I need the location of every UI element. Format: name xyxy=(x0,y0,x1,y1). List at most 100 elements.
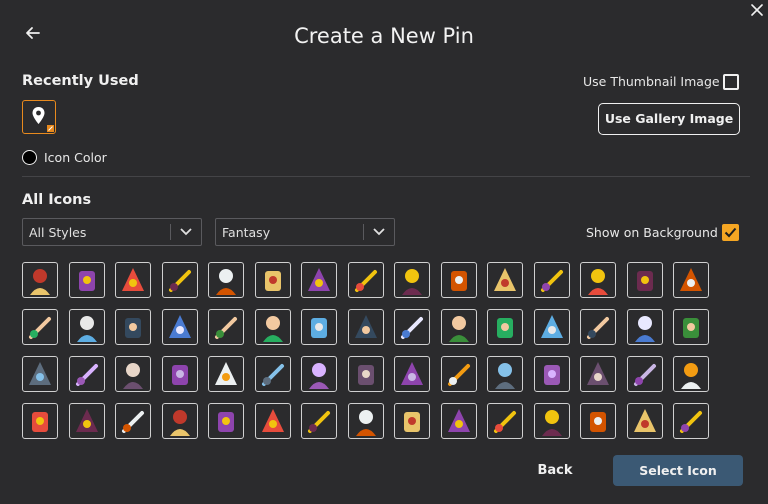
hydra-icon xyxy=(404,412,420,432)
icon-tile[interactable] xyxy=(626,403,663,439)
treasure-chest-icon xyxy=(261,364,284,386)
dialog-title: Create a New Pin xyxy=(294,24,474,48)
select-icon-button[interactable]: Select Icon xyxy=(613,455,743,486)
icon-tile[interactable] xyxy=(626,356,663,392)
icon-tile[interactable] xyxy=(626,309,663,345)
treasure-map-icon xyxy=(76,316,97,342)
icon-tile[interactable] xyxy=(208,403,244,439)
icon-tile[interactable] xyxy=(208,309,244,345)
crystal-icon xyxy=(122,268,144,291)
style-filter-select[interactable]: All Styles xyxy=(22,218,202,246)
icon-tile[interactable] xyxy=(673,262,709,298)
spellbook-icon xyxy=(450,271,467,291)
icon-tile[interactable] xyxy=(394,262,430,298)
medusa-icon xyxy=(354,270,377,292)
icon-tile[interactable] xyxy=(68,403,105,439)
back-button-footer[interactable]: Back xyxy=(525,460,585,482)
crossbow-icon xyxy=(447,409,470,432)
icon-tile[interactable] xyxy=(580,309,616,345)
battle-axe-icon xyxy=(541,410,562,436)
icon-tile[interactable] xyxy=(22,309,58,345)
dagger-icon xyxy=(75,409,98,432)
use-thumbnail-checkbox[interactable] xyxy=(723,74,739,90)
icon-tile[interactable] xyxy=(673,403,709,439)
icon-tile[interactable] xyxy=(440,356,477,392)
icon-tile[interactable] xyxy=(580,403,616,439)
king-icon xyxy=(308,268,330,291)
icon-tile[interactable] xyxy=(673,356,709,392)
close-button[interactable] xyxy=(750,2,764,16)
icon-tile[interactable] xyxy=(161,356,198,392)
mountain-icon xyxy=(680,268,702,291)
icon-color-label: Icon Color xyxy=(44,150,107,165)
icon-tile[interactable] xyxy=(22,356,58,392)
icon-tile[interactable] xyxy=(161,262,198,298)
icon-tile[interactable] xyxy=(254,403,291,439)
crossed-spears-icon xyxy=(357,365,374,385)
icon-tile[interactable] xyxy=(68,262,105,298)
tome-icon xyxy=(590,412,606,432)
icon-tile[interactable] xyxy=(161,309,198,345)
icon-tile[interactable] xyxy=(115,356,151,392)
icon-tile[interactable] xyxy=(208,262,244,298)
viking-icon xyxy=(588,269,608,295)
icon-tile[interactable] xyxy=(440,262,477,298)
icon-tile[interactable] xyxy=(580,356,616,392)
icon-tile[interactable] xyxy=(347,309,384,345)
bearded-viking-icon xyxy=(171,365,188,385)
icon-tile[interactable] xyxy=(487,356,523,392)
all-icons-heading: All Icons xyxy=(22,192,92,208)
adventurer-icon xyxy=(681,363,701,389)
icon-tile[interactable] xyxy=(440,403,477,439)
sword-icon xyxy=(494,268,516,291)
skull-helmet-icon xyxy=(401,362,423,385)
icon-tile[interactable] xyxy=(580,262,616,298)
icon-tile[interactable] xyxy=(301,356,337,392)
icon-tile[interactable] xyxy=(487,262,523,298)
icon-tile[interactable] xyxy=(533,356,570,392)
horn-icon xyxy=(633,409,656,432)
icon-tile[interactable] xyxy=(115,309,151,345)
icon-tile[interactable] xyxy=(301,403,337,439)
icon-tile[interactable] xyxy=(301,309,337,345)
paladin-icon xyxy=(261,409,284,432)
recent-icon-tile[interactable] xyxy=(22,100,56,134)
orc-icon xyxy=(215,317,237,339)
map-pin-icon xyxy=(32,107,54,132)
potion-icon xyxy=(168,315,191,338)
icon-tile[interactable] xyxy=(68,309,105,345)
icon-tile[interactable] xyxy=(254,356,291,392)
icon-tile[interactable] xyxy=(22,262,58,298)
icon-tile[interactable] xyxy=(22,403,58,439)
fire-elemental-icon xyxy=(540,315,563,338)
icon-tile[interactable] xyxy=(626,262,663,298)
icon-tile[interactable] xyxy=(115,403,151,439)
icon-tile[interactable] xyxy=(115,262,151,298)
icon-tile[interactable] xyxy=(673,309,709,345)
icon-tile[interactable] xyxy=(254,262,291,298)
icon-tile[interactable] xyxy=(394,403,430,439)
icon-tile[interactable] xyxy=(487,403,523,439)
icon-color-swatch[interactable] xyxy=(22,150,37,165)
icon-tile[interactable] xyxy=(394,356,430,392)
icon-tile[interactable] xyxy=(347,356,384,392)
icon-tile[interactable] xyxy=(301,262,337,298)
category-filter-select[interactable]: Fantasy xyxy=(215,218,395,246)
icon-tile[interactable] xyxy=(487,309,523,345)
icon-tile[interactable] xyxy=(533,309,570,345)
icon-tile[interactable] xyxy=(347,403,384,439)
icon-tile[interactable] xyxy=(254,309,291,345)
icon-tile[interactable] xyxy=(533,403,570,439)
icon-tile[interactable] xyxy=(533,262,570,298)
icon-tile[interactable] xyxy=(68,356,105,392)
icon-tile[interactable] xyxy=(161,403,198,439)
show-on-background-checkbox[interactable] xyxy=(722,224,739,241)
icon-tile[interactable] xyxy=(208,356,244,392)
knight-woman-icon xyxy=(311,318,327,338)
icon-tile[interactable] xyxy=(440,309,477,345)
icon-tile[interactable] xyxy=(394,309,430,345)
fortress-icon xyxy=(494,411,516,433)
icon-tile[interactable] xyxy=(347,262,384,298)
use-gallery-image-button[interactable]: Use Gallery Image xyxy=(598,103,740,135)
dwarf-icon xyxy=(123,363,143,389)
